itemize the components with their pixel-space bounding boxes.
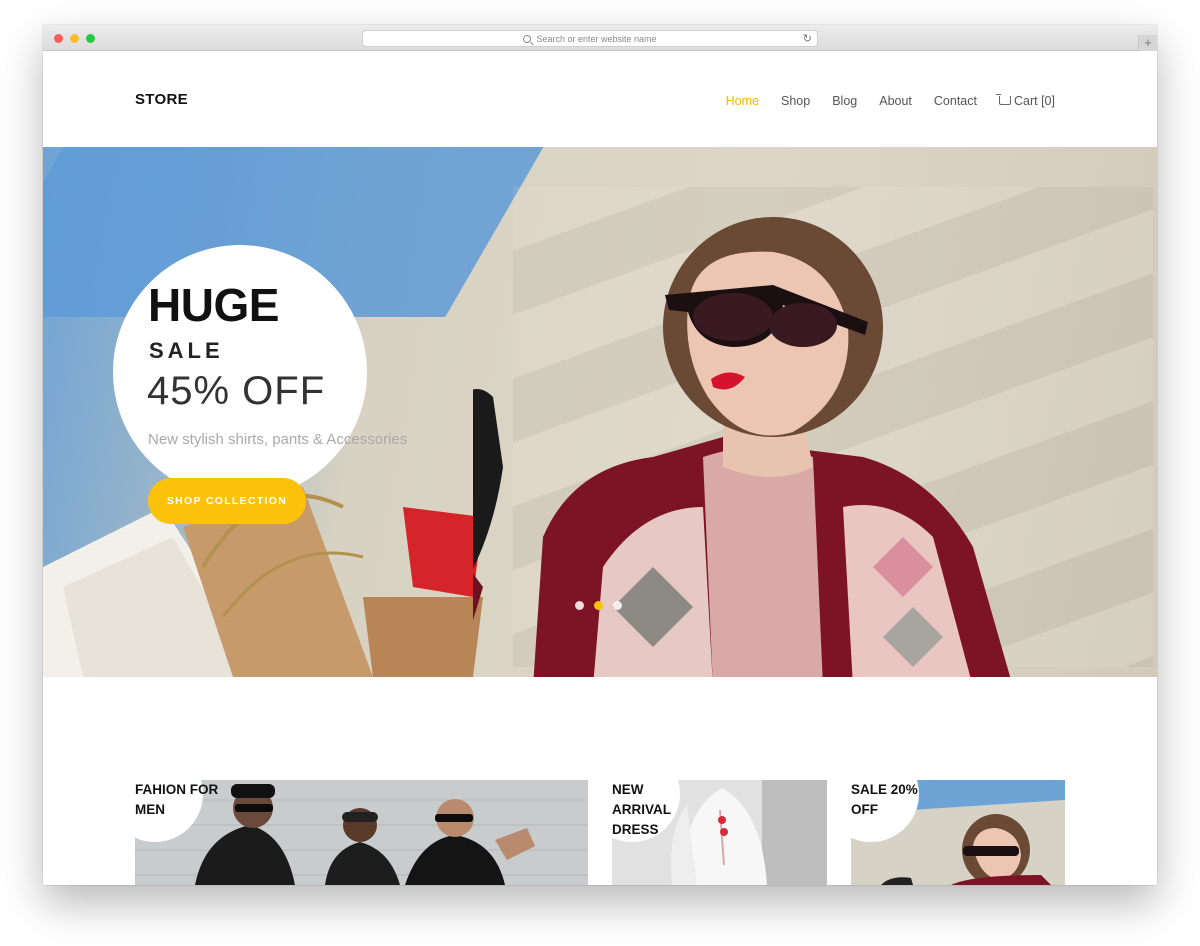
browser-toolbar: Search or enter website name ↻ +	[43, 25, 1157, 51]
nav-item-cart[interactable]: Cart [0]	[996, 94, 1055, 108]
slider-dot-3[interactable]	[613, 601, 622, 610]
category-label-men: FAHION FOR MEN	[135, 782, 219, 817]
hero-discount: 45% OFF	[147, 369, 326, 413]
address-bar[interactable]: Search or enter website name ↻	[362, 30, 818, 47]
nav-item-shop[interactable]: Shop	[781, 94, 810, 108]
browser-window: Search or enter website name ↻ + STORE H…	[43, 25, 1157, 885]
zoom-window-button[interactable]	[86, 34, 95, 43]
nav-item-blog[interactable]: Blog	[832, 94, 857, 108]
cart-label: Cart [0]	[1014, 94, 1055, 108]
new-tab-button[interactable]: +	[1138, 35, 1157, 51]
address-bar-placeholder: Search or enter website name	[536, 33, 657, 44]
category-label-sale: SALE 20% OFF	[851, 782, 918, 817]
site-logo[interactable]: STORE	[135, 91, 188, 108]
cart-icon	[996, 94, 1011, 105]
hero-subheadline: SALE	[149, 338, 224, 363]
search-icon	[523, 34, 532, 43]
model-woman-image	[473, 217, 1011, 677]
category-card-sale[interactable]: SALE 20% OFF	[851, 780, 1065, 885]
slider-dot-1[interactable]	[575, 601, 584, 610]
slider-dots	[575, 601, 622, 610]
minimize-window-button[interactable]	[70, 34, 79, 43]
category-card-dress[interactable]: NEW ARRIVAL DRESS	[612, 780, 827, 885]
slider-dot-2[interactable]	[594, 601, 603, 610]
nav-item-contact[interactable]: Contact	[934, 94, 977, 108]
nav-item-home[interactable]: Home	[726, 94, 759, 108]
shop-collection-button[interactable]: SHOP COLLECTION	[148, 478, 306, 524]
close-window-button[interactable]	[54, 34, 63, 43]
hero-slider: HUGE SALE 45% OFF New stylish shirts, pa…	[43, 147, 1157, 677]
category-label-dress: NEW ARRIVAL DRESS	[612, 782, 671, 837]
hero-tagline: New stylish shirts, pants & Accessories	[148, 431, 408, 448]
nav-item-about[interactable]: About	[879, 94, 912, 108]
category-card-men[interactable]: FAHION FOR MEN	[135, 780, 588, 885]
reload-icon[interactable]: ↻	[803, 33, 812, 45]
main-nav: Home Shop Blog About Contact Cart [0]	[726, 94, 1055, 108]
site-header: STORE Home Shop Blog About Contact Cart …	[43, 51, 1157, 147]
hero-headline: HUGE	[148, 279, 279, 331]
